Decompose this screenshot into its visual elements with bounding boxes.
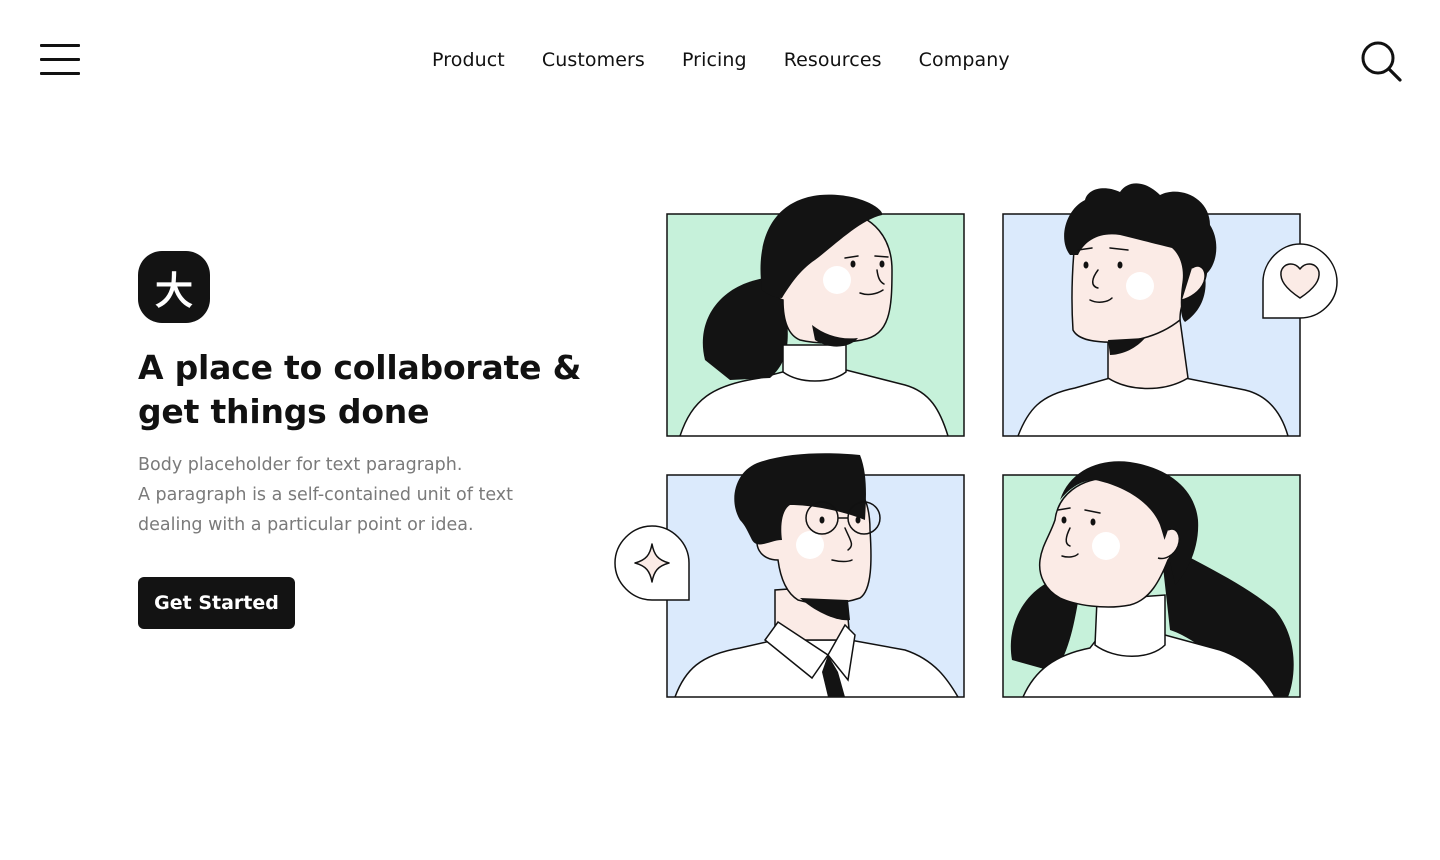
- hamburger-menu-icon[interactable]: [40, 44, 80, 76]
- headline-line-2: get things done: [138, 392, 430, 431]
- nav-company[interactable]: Company: [919, 48, 1010, 72]
- body-line-3: dealing with a particular point or idea.: [138, 515, 474, 535]
- nav-product[interactable]: Product: [432, 48, 505, 72]
- hero-headline: A place to collaborate & get things done: [138, 346, 582, 434]
- headline-line-1: A place to collaborate &: [138, 348, 582, 387]
- main-nav: Product Customers Pricing Resources Comp…: [432, 48, 1047, 72]
- heart-bubble: [1262, 243, 1338, 319]
- avatar-tile-man-glasses: [614, 453, 965, 698]
- body-line-2: A paragraph is a self-contained unit of …: [138, 485, 514, 505]
- hero-body: Body placeholder for text paragraph. A p…: [138, 450, 568, 540]
- brand-logo-icon: 大: [138, 251, 210, 323]
- sparkle-bubble: [614, 525, 690, 601]
- search-icon[interactable]: [1360, 40, 1402, 82]
- body-line-1: Body placeholder for text paragraph.: [138, 455, 463, 475]
- nav-resources[interactable]: Resources: [784, 48, 882, 72]
- get-started-button[interactable]: Get Started: [138, 577, 295, 629]
- avatar-tile-woman-long-hair: [1002, 461, 1301, 698]
- nav-pricing[interactable]: Pricing: [682, 48, 747, 72]
- avatar-tile-woman-ponytail: [666, 194, 965, 437]
- hero-illustration: [614, 183, 1338, 698]
- nav-customers[interactable]: Customers: [542, 48, 645, 72]
- avatar-tile-man-curly: [1002, 183, 1338, 437]
